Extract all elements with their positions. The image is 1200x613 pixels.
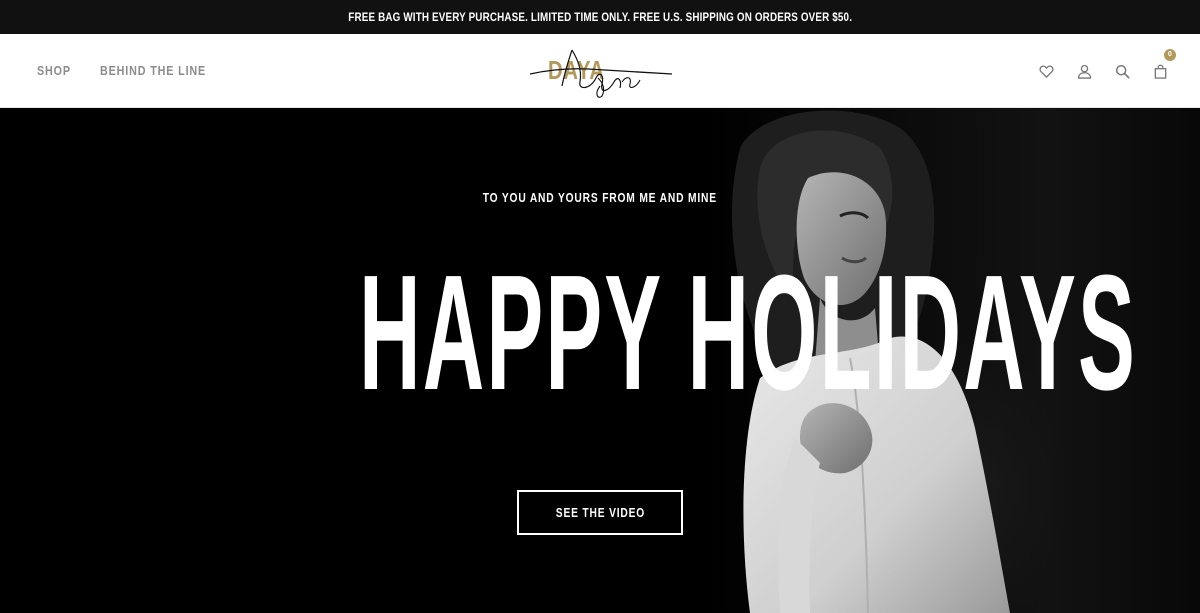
nav-behind-the-line[interactable]: BEHIND THE LINE xyxy=(100,64,206,78)
main-nav: SHOP BEHIND THE LINE xyxy=(37,34,224,108)
nav-shop[interactable]: SHOP xyxy=(37,64,71,78)
announcement-text: FREE BAG WITH EVERY PURCHASE. LIMITED TI… xyxy=(348,10,852,24)
account-icon[interactable] xyxy=(1077,64,1092,79)
signature-mark xyxy=(529,49,673,98)
bag-icon[interactable]: 0 xyxy=(1153,48,1176,79)
hero-banner: TO YOU AND YOURS FROM ME AND MINE HAPPY … xyxy=(0,108,1200,613)
hero-subtitle: TO YOU AND YOURS FROM ME AND MINE xyxy=(482,191,718,205)
cart-count-badge: 0 xyxy=(1164,48,1176,61)
site-header: SHOP BEHIND THE LINE DAYA 0 xyxy=(0,34,1200,108)
heart-icon[interactable] xyxy=(1039,64,1054,79)
search-icon[interactable] xyxy=(1115,64,1130,79)
brand-logo[interactable]: DAYA xyxy=(528,42,674,100)
header-icons: 0 xyxy=(1039,34,1176,108)
hero-headline: HAPPY HOLIDAYS xyxy=(359,241,1137,424)
announcement-bar: FREE BAG WITH EVERY PURCHASE. LIMITED TI… xyxy=(0,0,1200,34)
see-video-button[interactable]: SEE THE VIDEO xyxy=(517,490,683,535)
